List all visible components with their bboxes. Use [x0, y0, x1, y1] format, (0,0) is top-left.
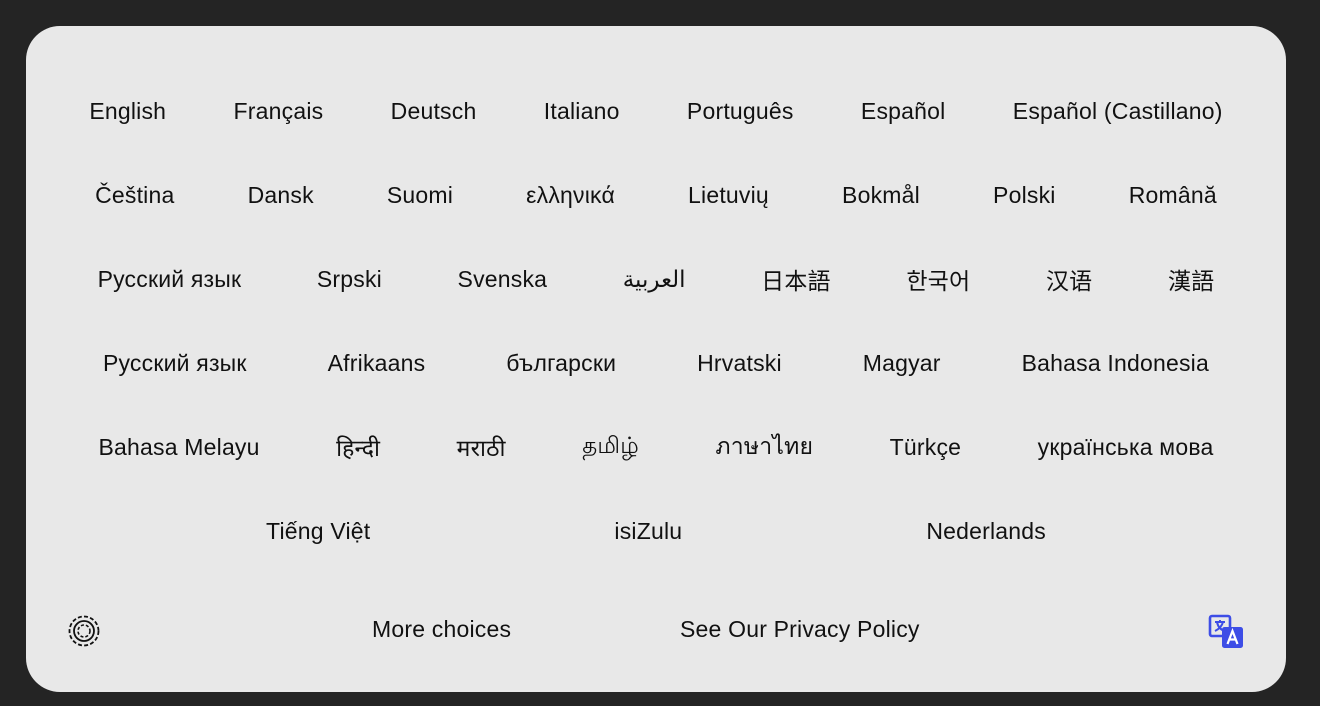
language-option-chinese-simplified[interactable]: 汉语: [1042, 256, 1096, 302]
language-option-espanol-castillano[interactable]: Español (Castillano): [1009, 92, 1227, 131]
language-option-isizulu[interactable]: isiZulu: [610, 512, 686, 551]
language-option-italiano[interactable]: Italiano: [540, 92, 624, 131]
language-option-russian[interactable]: Русский язык: [94, 260, 246, 299]
language-option-magyar[interactable]: Magyar: [859, 344, 945, 383]
language-option-english[interactable]: English: [85, 92, 170, 131]
language-option-srpski[interactable]: Srpski: [313, 260, 386, 299]
language-option-bulgarian[interactable]: български: [502, 344, 620, 383]
language-option-suomi[interactable]: Suomi: [383, 176, 457, 215]
language-option-cestina[interactable]: Čeština: [91, 176, 178, 215]
language-option-arabic[interactable]: العربية: [619, 260, 690, 299]
language-option-dansk[interactable]: Dansk: [244, 176, 318, 215]
language-option-thai[interactable]: ภาษาไทย: [711, 423, 817, 471]
language-option-nederlands[interactable]: Nederlands: [922, 512, 1050, 551]
language-option-bahasa-indonesia[interactable]: Bahasa Indonesia: [1018, 344, 1213, 383]
language-option-bokmal[interactable]: Bokmål: [838, 176, 924, 215]
language-option-portugues[interactable]: Português: [683, 92, 798, 131]
language-row: Русский язык Afrikaans български Hrvatsk…: [26, 341, 1286, 385]
language-option-polski[interactable]: Polski: [989, 176, 1060, 215]
language-option-deutsch[interactable]: Deutsch: [387, 92, 481, 131]
language-option-hindi[interactable]: हिन्दी: [332, 425, 384, 469]
language-row: Tiếng Việt isiZulu Nederlands: [26, 509, 1286, 553]
language-option-hrvatski[interactable]: Hrvatski: [693, 344, 786, 383]
language-option-marathi[interactable]: मराठी: [453, 425, 510, 469]
language-option-vietnamese[interactable]: Tiếng Việt: [262, 512, 374, 551]
language-option-chinese-traditional[interactable]: 漢語: [1164, 256, 1218, 302]
language-option-bahasa-melayu[interactable]: Bahasa Melayu: [94, 428, 263, 467]
language-option-espanol[interactable]: Español: [857, 92, 950, 131]
language-option-afrikaans[interactable]: Afrikaans: [324, 344, 430, 383]
cookie-consent-logo-icon: [68, 615, 100, 647]
language-option-svenska[interactable]: Svenska: [454, 260, 552, 299]
language-option-greek[interactable]: ελληνικά: [522, 176, 619, 215]
language-option-romana[interactable]: Română: [1125, 176, 1221, 215]
language-option-korean[interactable]: 한국어: [902, 256, 974, 302]
translate-icon[interactable]: [1208, 614, 1244, 650]
language-option-lietuviu[interactable]: Lietuvių: [684, 176, 773, 215]
privacy-policy-link[interactable]: See Our Privacy Policy: [680, 616, 920, 643]
language-option-turkce[interactable]: Türkçe: [886, 428, 966, 467]
language-row: Русский язык Srpski Svenska العربية 日本語 …: [26, 257, 1286, 301]
language-selector-panel: English Français Deutsch Italiano Portug…: [26, 26, 1286, 692]
language-option-tamil[interactable]: தமிழ்: [578, 426, 643, 468]
language-option-russian[interactable]: Русский язык: [99, 344, 251, 383]
language-option-ukrainian[interactable]: українська мова: [1034, 428, 1218, 467]
language-option-francais[interactable]: Français: [230, 92, 328, 131]
language-row: Bahasa Melayu हिन्दी मराठी தமிழ் ภาษาไทย…: [26, 425, 1286, 469]
language-row: Čeština Dansk Suomi ελληνικά Lietuvių Bo…: [26, 173, 1286, 217]
more-choices-link[interactable]: More choices: [372, 616, 511, 643]
language-row: English Français Deutsch Italiano Portug…: [26, 89, 1286, 133]
language-option-japanese[interactable]: 日本語: [757, 256, 835, 302]
